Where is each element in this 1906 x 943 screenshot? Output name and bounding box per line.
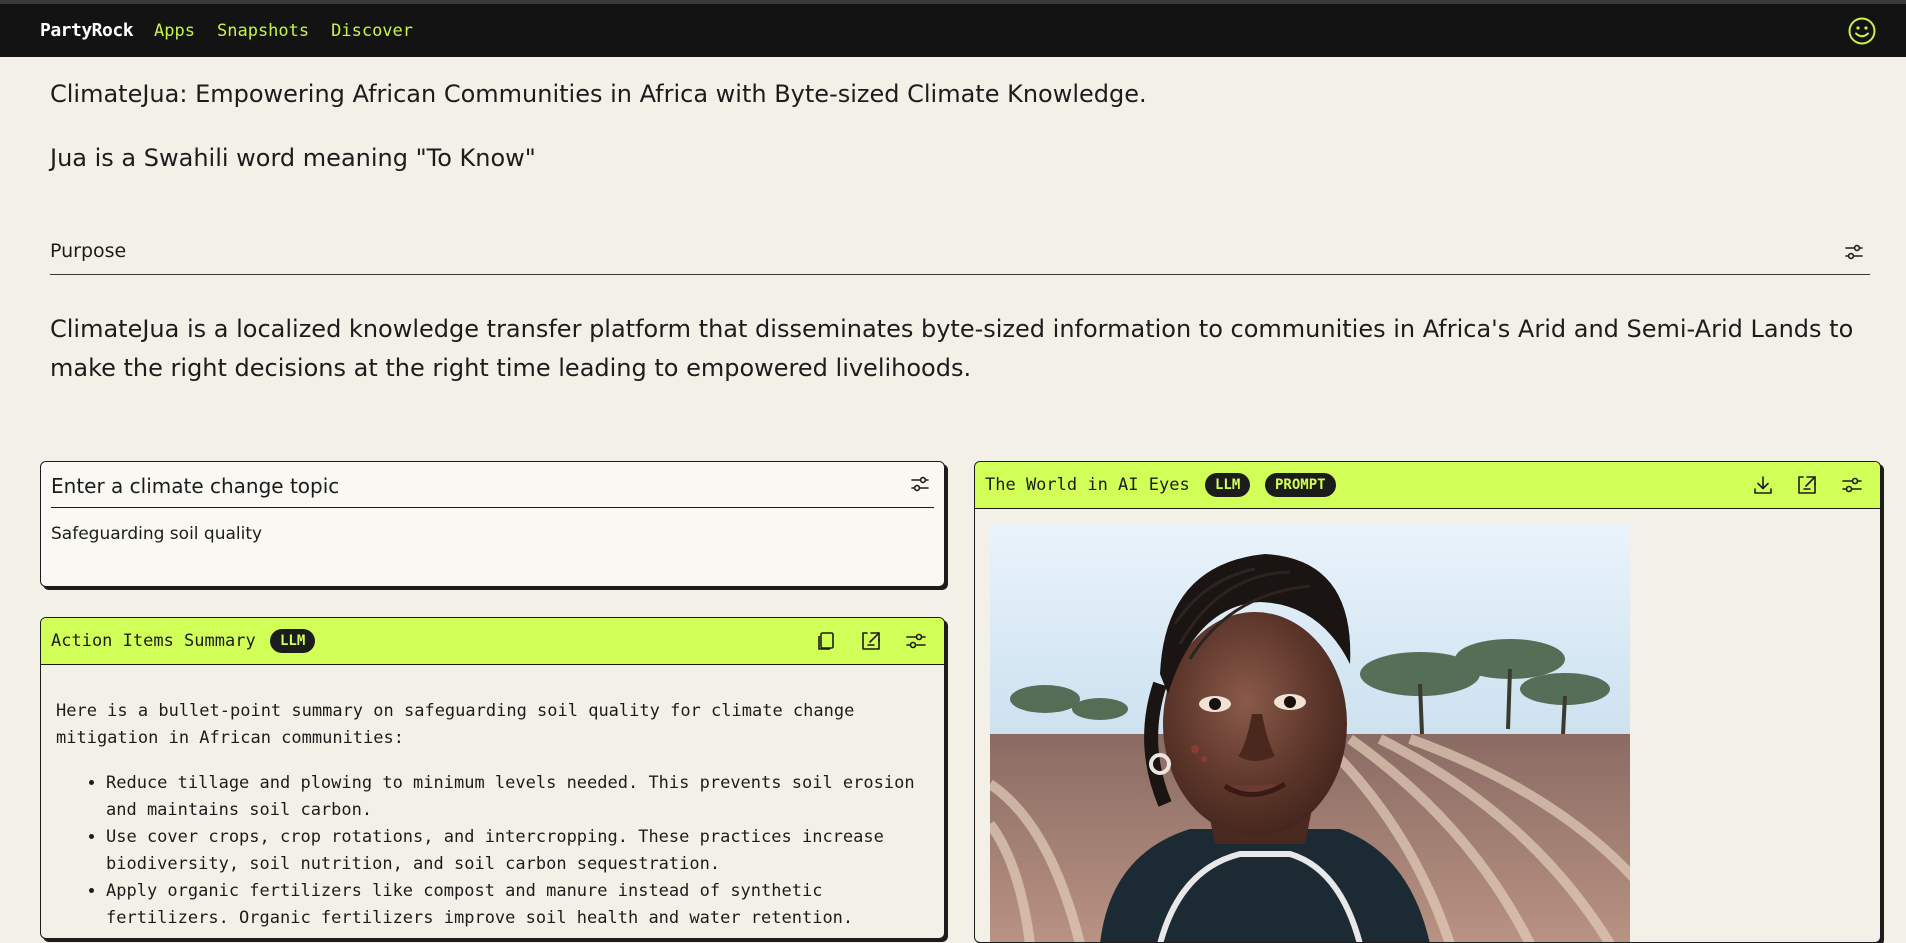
sliders-icon[interactable] xyxy=(1844,242,1864,262)
purpose-section-header: Purpose xyxy=(50,238,1870,275)
list-item: Reduce tillage and plowing to minimum le… xyxy=(106,770,926,824)
action-items-header: Action Items Summary LLM xyxy=(41,618,944,665)
topic-input-widget: Enter a climate change topic Safeguardin… xyxy=(40,461,945,587)
download-icon[interactable] xyxy=(1752,474,1774,496)
share-icon[interactable] xyxy=(860,630,882,652)
purpose-label: Purpose xyxy=(50,240,127,262)
app-subline: Jua is a Swahili word meaning "To Know" xyxy=(50,144,536,172)
prompt-badge: PROMPT xyxy=(1265,473,1336,497)
portrait-illustration xyxy=(990,524,1630,942)
topic-input-field[interactable]: Safeguarding soil quality xyxy=(51,524,262,544)
navbar: PartyRock Apps Snapshots Discover xyxy=(0,4,1906,57)
app-headline: ClimateJua: Empowering African Communiti… xyxy=(50,80,1147,108)
image-widget-title: The World in AI Eyes xyxy=(985,475,1190,495)
share-icon[interactable] xyxy=(1796,474,1818,496)
summary-list: Reduce tillage and plowing to minimum le… xyxy=(56,770,926,932)
smiley-face-icon[interactable] xyxy=(1847,16,1877,46)
brand-logo[interactable]: PartyRock xyxy=(40,20,134,41)
sliders-icon[interactable] xyxy=(905,630,927,652)
list-item: Use cover crops, crop rotations, and int… xyxy=(106,824,926,878)
purpose-text: ClimateJua is a localized knowledge tran… xyxy=(50,315,1854,382)
topic-input-header: Enter a climate change topic xyxy=(51,462,934,508)
copy-icon[interactable] xyxy=(815,630,837,652)
llm-badge: LLM xyxy=(270,629,316,653)
topic-input-title: Enter a climate change topic xyxy=(51,474,340,498)
sliders-icon[interactable] xyxy=(910,474,930,494)
nav-link-snapshots[interactable]: Snapshots xyxy=(217,21,309,41)
nav-link-discover[interactable]: Discover xyxy=(331,21,413,41)
generated-image[interactable] xyxy=(990,524,1630,942)
nav-link-apps[interactable]: Apps xyxy=(154,21,195,41)
action-items-content: Here is a bullet-point summary on safegu… xyxy=(56,698,926,932)
sliders-icon[interactable] xyxy=(1841,474,1863,496)
llm-badge: LLM xyxy=(1205,473,1251,497)
summary-intro: Here is a bullet-point summary on safegu… xyxy=(56,701,855,748)
world-in-ai-eyes-widget: The World in AI Eyes LLM PROMPT xyxy=(974,461,1881,943)
list-item: Apply organic fertilizers like compost a… xyxy=(106,878,926,932)
action-items-title: Action Items Summary xyxy=(51,631,256,651)
image-widget-header: The World in AI Eyes LLM PROMPT xyxy=(975,462,1880,509)
action-items-widget: Action Items Summary LLM Here is a bulle… xyxy=(40,617,945,939)
